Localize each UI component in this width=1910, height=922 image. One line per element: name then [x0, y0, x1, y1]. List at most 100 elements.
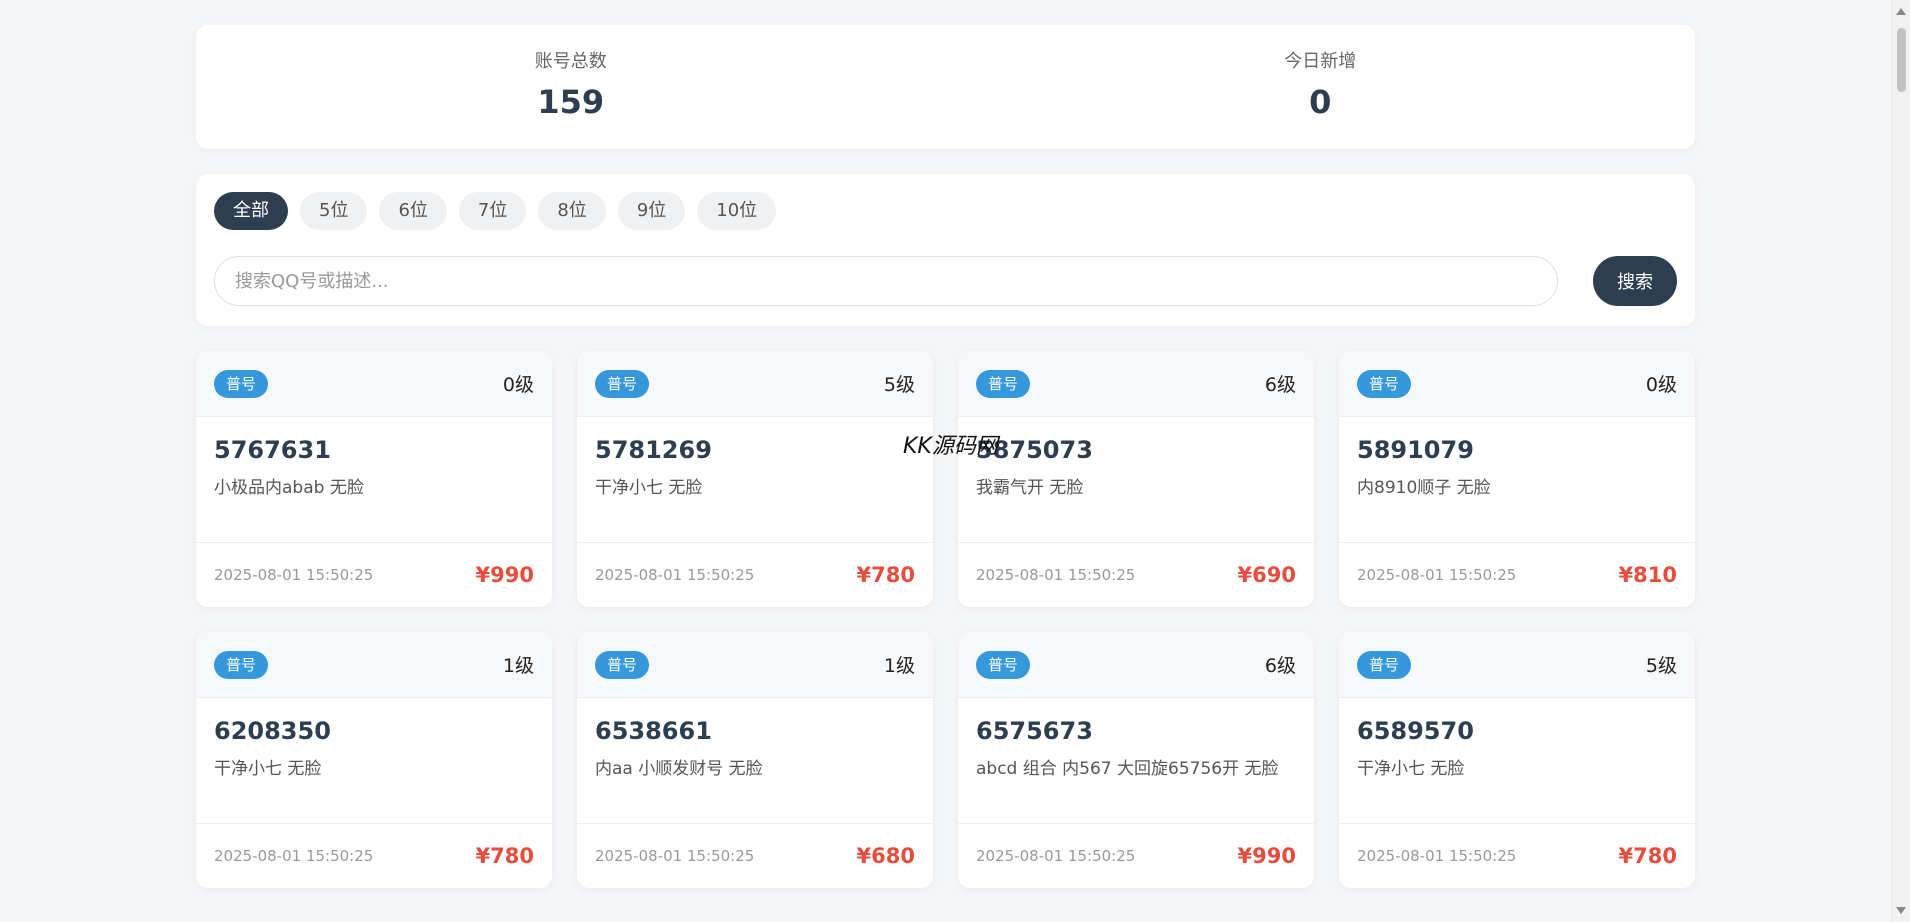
listing-date: 2025-08-01 15:50:25 — [595, 566, 755, 584]
card-header: 普号 1级 — [196, 632, 552, 698]
price: ¥780 — [475, 844, 534, 868]
stat-today-label: 今日新增 — [1284, 51, 1357, 72]
price: ¥810 — [1618, 563, 1677, 587]
price: ¥780 — [856, 563, 915, 587]
filter-chips: 全部 5位 6位 7位 8位 9位 10位 — [214, 192, 777, 230]
card-body: 6589570 干净小七 无脸 — [1339, 698, 1695, 824]
card-body: 6575673 abcd 组合 内567 大回旋65756开 无脸 — [958, 698, 1314, 824]
qq-number: 6575673 — [976, 717, 1093, 745]
card-footer: 2025-08-01 15:50:25 ¥780 — [196, 824, 552, 888]
scroll-down-icon[interactable] — [1896, 907, 1906, 914]
listing-date: 2025-08-01 15:50:25 — [976, 847, 1136, 865]
type-badge: 普号 — [595, 650, 650, 679]
account-description: 内8910顺子 无脸 — [1357, 478, 1491, 498]
search-button[interactable]: 搜索 — [1593, 256, 1677, 306]
listing-date: 2025-08-01 15:50:25 — [595, 847, 755, 865]
account-card[interactable]: 普号 0级 5891079 内8910顺子 无脸 2025-08-01 15:5… — [1339, 351, 1695, 607]
scroll-up-icon[interactable] — [1896, 8, 1906, 15]
listing-date: 2025-08-01 15:50:25 — [1357, 566, 1517, 584]
filter-chip-6[interactable]: 6位 — [379, 192, 447, 230]
card-header: 普号 0级 — [196, 351, 552, 417]
scrollbar[interactable] — [1891, 0, 1910, 922]
account-card[interactable]: 普号 1级 6208350 干净小七 无脸 2025-08-01 15:50:2… — [196, 632, 552, 888]
price: ¥990 — [1237, 844, 1296, 868]
qq-number: 6538661 — [595, 717, 712, 745]
price: ¥680 — [856, 844, 915, 868]
card-header: 普号 6级 — [958, 632, 1314, 698]
account-card[interactable]: 普号 5级 6589570 干净小七 无脸 2025-08-01 15:50:2… — [1339, 632, 1695, 888]
qq-number: 5875073 — [976, 436, 1093, 464]
account-description: 内aa 小顺发财号 无脸 — [595, 759, 763, 779]
search-input[interactable] — [214, 256, 1558, 306]
account-description: 干净小七 无脸 — [595, 478, 703, 498]
price: ¥690 — [1237, 563, 1296, 587]
stat-total: 账号总数 159 — [196, 25, 946, 149]
card-body: 6208350 干净小七 无脸 — [196, 698, 552, 824]
stat-total-value: 159 — [537, 83, 605, 121]
account-card[interactable]: 普号 6级 5875073 我霸气开 无脸 2025-08-01 15:50:2… — [958, 351, 1314, 607]
card-header: 普号 0级 — [1339, 351, 1695, 417]
stat-today-value: 0 — [1309, 83, 1332, 121]
card-footer: 2025-08-01 15:50:25 ¥780 — [577, 543, 933, 607]
card-header: 普号 1级 — [577, 632, 933, 698]
card-body: 5781269 干净小七 无脸 — [577, 417, 933, 543]
listing-date: 2025-08-01 15:50:25 — [976, 566, 1136, 584]
level-label: 5级 — [1645, 655, 1677, 677]
account-description: 小极品内abab 无脸 — [214, 478, 364, 498]
level-label: 1级 — [502, 655, 534, 677]
type-badge: 普号 — [1357, 650, 1412, 679]
listing-date: 2025-08-01 15:50:25 — [214, 566, 374, 584]
level-label: 6级 — [1264, 655, 1296, 677]
type-badge: 普号 — [1357, 369, 1412, 398]
filter-chip-all[interactable]: 全部 — [214, 192, 288, 230]
type-badge: 普号 — [976, 369, 1031, 398]
type-badge: 普号 — [595, 369, 650, 398]
stat-total-label: 账号总数 — [534, 51, 607, 72]
price: ¥780 — [1618, 844, 1677, 868]
card-footer: 2025-08-01 15:50:25 ¥990 — [958, 824, 1314, 888]
type-badge: 普号 — [214, 369, 269, 398]
card-body: 5767631 小极品内abab 无脸 — [196, 417, 552, 543]
filter-chip-8[interactable]: 8位 — [538, 192, 606, 230]
listing-date: 2025-08-01 15:50:25 — [1357, 847, 1517, 865]
filter-panel: 全部 5位 6位 7位 8位 9位 10位 搜索 — [196, 174, 1695, 326]
type-badge: 普号 — [214, 650, 269, 679]
card-footer: 2025-08-01 15:50:25 ¥690 — [958, 543, 1314, 607]
price: ¥990 — [475, 563, 534, 587]
type-badge: 普号 — [976, 650, 1031, 679]
scroll-thumb[interactable] — [1897, 28, 1906, 92]
account-card[interactable]: 普号 0级 5767631 小极品内abab 无脸 2025-08-01 15:… — [196, 351, 552, 607]
filter-chip-5[interactable]: 5位 — [300, 192, 368, 230]
stat-today: 今日新增 0 — [946, 25, 1696, 149]
qq-number: 5781269 — [595, 436, 712, 464]
account-description: 干净小七 无脸 — [1357, 759, 1465, 779]
listing-date: 2025-08-01 15:50:25 — [214, 847, 374, 865]
qq-number: 6589570 — [1357, 717, 1474, 745]
card-header: 普号 5级 — [1339, 632, 1695, 698]
watermark-text: KK源码网 — [903, 434, 998, 459]
account-description: 干净小七 无脸 — [214, 759, 322, 779]
card-footer: 2025-08-01 15:50:25 ¥990 — [196, 543, 552, 607]
card-body: 5875073 我霸气开 无脸 — [958, 417, 1314, 543]
card-body: 6538661 内aa 小顺发财号 无脸 — [577, 698, 933, 824]
level-label: 1级 — [883, 655, 915, 677]
account-card[interactable]: 普号 5级 5781269 干净小七 无脸 2025-08-01 15:50:2… — [577, 351, 933, 607]
filter-chip-10[interactable]: 10位 — [697, 192, 777, 230]
card-footer: 2025-08-01 15:50:25 ¥680 — [577, 824, 933, 888]
account-card[interactable]: 普号 6级 6575673 abcd 组合 内567 大回旋65756开 无脸 … — [958, 632, 1314, 888]
level-label: 0级 — [502, 374, 534, 396]
filter-chip-7[interactable]: 7位 — [458, 192, 527, 230]
card-body: 5891079 内8910顺子 无脸 — [1339, 417, 1695, 543]
qq-number: 5891079 — [1357, 436, 1474, 464]
card-footer: 2025-08-01 15:50:25 ¥780 — [1339, 824, 1695, 888]
qq-number: 6208350 — [214, 717, 331, 745]
account-description: abcd 组合 内567 大回旋65756开 无脸 — [976, 759, 1279, 779]
account-card[interactable]: 普号 1级 6538661 内aa 小顺发财号 无脸 2025-08-01 15… — [577, 632, 933, 888]
filter-chip-9[interactable]: 9位 — [617, 192, 686, 230]
level-label: 0级 — [1645, 374, 1677, 396]
account-description: 我霸气开 无脸 — [976, 478, 1084, 498]
stats-panel: 账号总数 159 今日新增 0 — [196, 25, 1695, 149]
level-label: 6级 — [1264, 374, 1296, 396]
card-footer: 2025-08-01 15:50:25 ¥810 — [1339, 543, 1695, 607]
card-header: 普号 5级 — [577, 351, 933, 417]
